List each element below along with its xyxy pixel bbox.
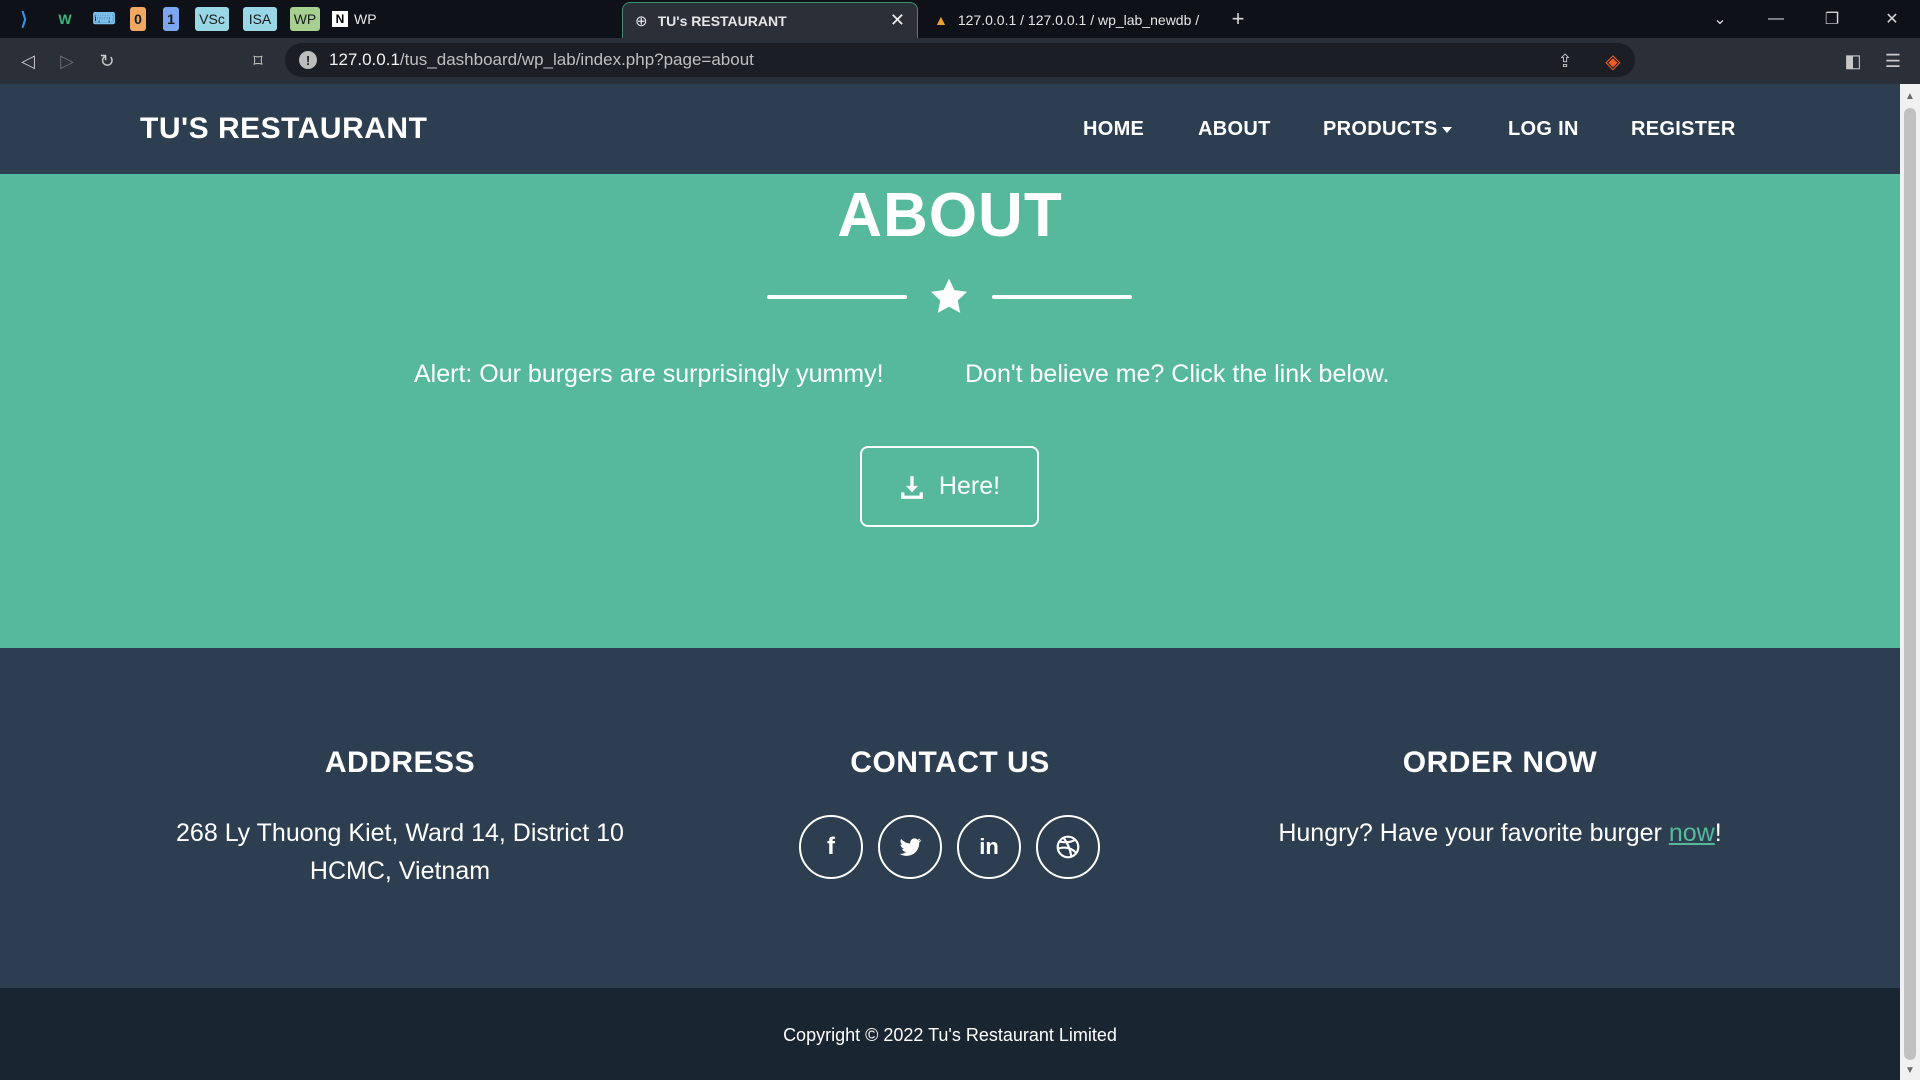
url-path: /tus_dashboard/wp_lab/index.php?page=abo… (399, 50, 754, 69)
order-text: Hungry? Have your favorite burger now! (1220, 814, 1780, 852)
w-icon[interactable]: W (52, 7, 78, 31)
chevron-down-icon (1441, 126, 1452, 133)
keyboard-icon[interactable]: ⌨ (92, 7, 116, 31)
bookmark-icon[interactable]: ⌑ (243, 46, 273, 76)
new-tab-button[interactable]: + (1218, 0, 1258, 38)
sidebar-toggle-icon[interactable]: ◧ (1838, 46, 1868, 76)
scroll-down-icon[interactable]: ▼ (1900, 1060, 1920, 1080)
address-line-1: 268 Ly Thuong Kiet, Ward 14, District 10 (176, 819, 624, 847)
order-text-suffix: ! (1714, 819, 1722, 847)
pinned-tab-isa[interactable]: ISA (243, 7, 277, 31)
scrollbar-thumb[interactable] (1904, 108, 1916, 1060)
tab-title: TU's RESTAURANT (657, 12, 787, 29)
pinned-tab-wp[interactable]: WP (290, 7, 320, 31)
nav-products[interactable]: PRODUCTS (1323, 118, 1452, 141)
hero-text-left: Alert: Our burgers are surprisingly yumm… (414, 360, 884, 388)
nav-login[interactable]: LOG IN (1508, 118, 1579, 141)
nav-products-label: PRODUCTS (1323, 118, 1438, 140)
address-heading: ADDRESS (324, 746, 476, 779)
linkedin-icon[interactable]: in (957, 815, 1021, 879)
site-brand[interactable]: TU'S RESTAURANT (140, 112, 427, 146)
here-button[interactable]: Here! (860, 446, 1039, 527)
hero-text-right: Don't believe me? Click the link below. (965, 360, 1390, 388)
facebook-icon[interactable]: f (799, 815, 863, 879)
nav-home[interactable]: HOME (1083, 118, 1144, 141)
minimize-button[interactable]: — (1748, 0, 1804, 38)
pinned-tab-vsc[interactable]: VSc (195, 7, 229, 31)
address-line-2: HCMC, Vietnam (309, 857, 491, 885)
menu-icon[interactable]: ☰ (1878, 46, 1908, 76)
share-icon[interactable]: ⇪ (1550, 46, 1580, 76)
phpmyadmin-icon: ▲ (934, 12, 948, 28)
close-tab-icon[interactable]: ✕ (890, 10, 905, 31)
info-icon[interactable]: ! (299, 51, 317, 69)
restore-button[interactable]: ❐ (1804, 0, 1860, 38)
star-icon (930, 278, 968, 313)
order-text-prefix: Hungry? Have your favorite burger (1278, 819, 1669, 847)
pinned-tab-0[interactable]: 0 (130, 7, 146, 31)
notion-tab-label: WP (354, 11, 377, 27)
close-window-button[interactable]: ✕ (1864, 0, 1920, 38)
dribbble-icon[interactable] (1036, 815, 1100, 879)
back-icon[interactable]: ◁ (13, 46, 43, 76)
divider-left (767, 295, 907, 299)
download-icon (901, 475, 923, 499)
vscode-icon[interactable]: ⟩ (12, 7, 36, 31)
copyright-text: Copyright © 2022 Tu's Restaurant Limited (783, 1025, 1117, 1045)
scroll-up-icon[interactable]: ▲ (1900, 86, 1920, 106)
notion-icon: N (332, 11, 348, 27)
brave-shield-icon[interactable]: ◈ (1598, 46, 1628, 76)
twitter-bird (899, 838, 922, 856)
reload-icon[interactable]: ↻ (92, 46, 122, 76)
nav-about[interactable]: ABOUT (1198, 118, 1271, 141)
divider-right (992, 295, 1132, 299)
nav-register[interactable]: REGISTER (1631, 118, 1736, 141)
tab-search-icon[interactable]: ⌄ (1692, 0, 1748, 38)
tab-phpmyadmin[interactable]: ▲ 127.0.0.1 / 127.0.0.1 / wp_lab_newdb / (922, 2, 1212, 38)
tab-title: 127.0.0.1 / 127.0.0.1 / wp_lab_newdb / (957, 12, 1200, 28)
url-host: 127.0.0.1 (329, 50, 400, 69)
page-title: ABOUT (837, 181, 1063, 250)
globe-icon: ⊕ (635, 12, 648, 30)
tab-tus-restaurant[interactable]: ⊕ TU's RESTAURANT ✕ (622, 2, 918, 38)
twitter-icon[interactable] (878, 815, 942, 879)
dribbble-ball (1056, 835, 1080, 859)
contact-heading: CONTACT US (850, 746, 1050, 779)
notion-tab[interactable]: N WP (332, 7, 382, 31)
order-heading: ORDER NOW (1402, 746, 1598, 779)
order-now-link[interactable]: now (1669, 819, 1715, 847)
address-bar[interactable]: ! 127.0.0.1 /tus_dashboard/wp_lab/index.… (285, 43, 1635, 77)
forward-icon[interactable]: ▷ (52, 46, 82, 76)
pinned-tab-1[interactable]: 1 (163, 7, 179, 31)
here-button-label: Here! (938, 472, 1001, 500)
